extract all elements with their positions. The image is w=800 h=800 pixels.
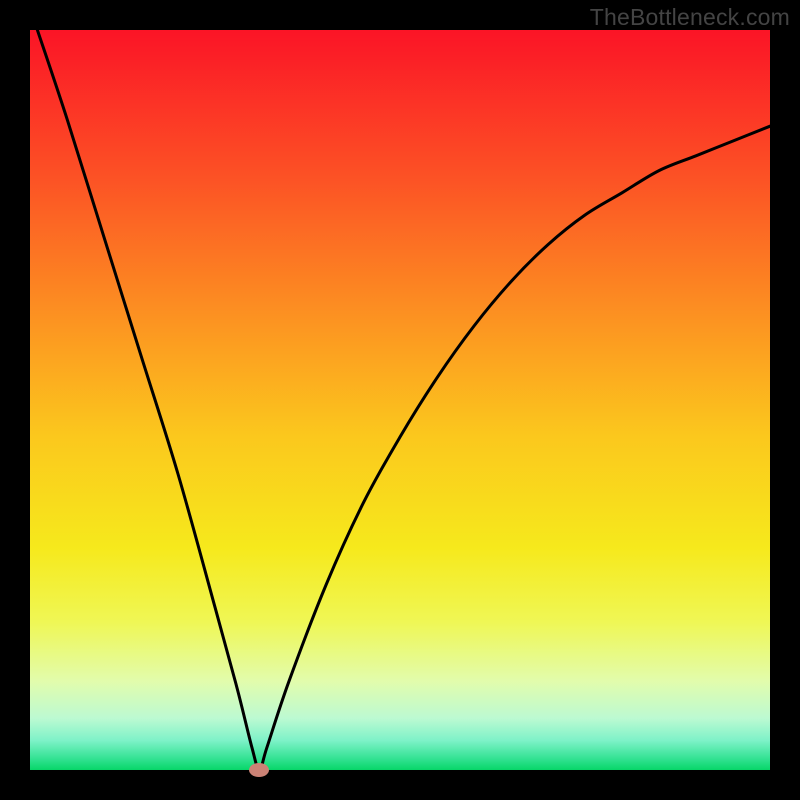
- plot-area: [30, 30, 770, 770]
- bottleneck-curve: [37, 30, 770, 770]
- chart-frame: TheBottleneck.com: [0, 0, 800, 800]
- watermark-text: TheBottleneck.com: [590, 4, 790, 31]
- bottleneck-curve-svg: [30, 30, 770, 770]
- optimum-marker: [249, 763, 269, 777]
